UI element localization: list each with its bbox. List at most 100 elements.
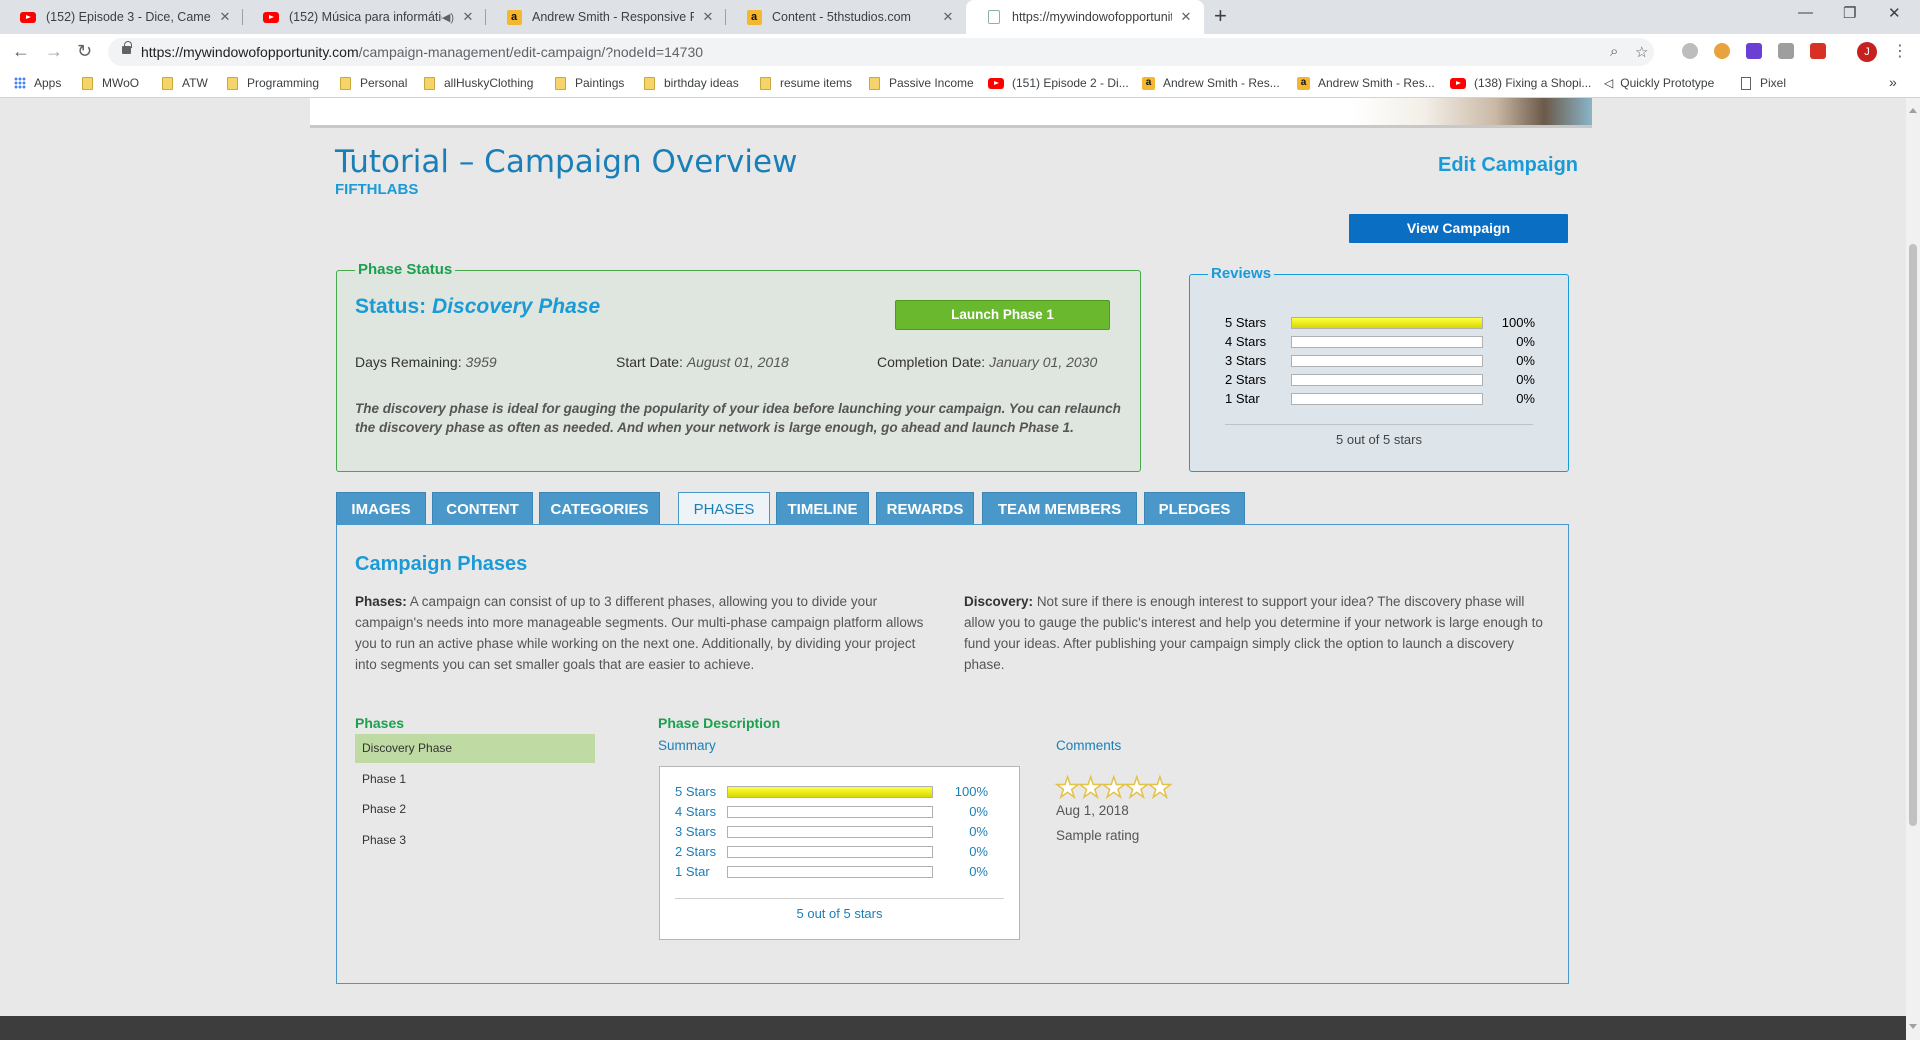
bookmark-folder[interactable]: birthday ideas [644, 76, 739, 90]
rating-bar [1291, 392, 1483, 405]
phase-status-legend: Phase Status [355, 261, 456, 278]
close-tab-icon[interactable]: ✕ [940, 9, 956, 25]
scroll-up-icon[interactable] [1909, 108, 1917, 113]
cookie-extension-icon[interactable] [1714, 43, 1730, 59]
extension-gray-icon[interactable] [1778, 43, 1794, 59]
bookmarks-overflow-icon[interactable]: » [1889, 74, 1897, 90]
bookmark-amazon[interactable]: a Andrew Smith - Res... [1142, 76, 1280, 90]
panel-title: Campaign Phases [355, 553, 528, 575]
browser-tab-5-active[interactable]: https://mywindowofopportunity ✕ [966, 0, 1204, 34]
phase-list-item[interactable]: Phase 1 [355, 765, 595, 794]
scroll-down-icon[interactable] [1909, 1024, 1917, 1029]
phase-list-item[interactable]: Discovery Phase [355, 734, 595, 763]
youtube-icon [263, 9, 279, 25]
rating-bar [1291, 316, 1483, 329]
new-tab-button[interactable]: + [1214, 3, 1227, 29]
tab-phases[interactable]: PHASES [678, 492, 770, 526]
tab-content[interactable]: CONTENT [432, 492, 533, 525]
lock-icon [122, 41, 132, 54]
footer [0, 1016, 1906, 1040]
bookmark-amazon[interactable]: a Andrew Smith - Res... [1297, 76, 1435, 90]
close-tab-icon[interactable]: ✕ [460, 9, 476, 25]
browser-tab-3[interactable]: a Andrew Smith - Responsive Resu ✕ [486, 0, 726, 34]
browser-tab-1[interactable]: (152) Episode 3 - Dice, Camera, A ✕ [0, 0, 243, 34]
tab-rewards[interactable]: REWARDS [876, 492, 974, 525]
view-campaign-button[interactable]: View Campaign [1349, 214, 1568, 243]
back-icon[interactable]: ← [12, 41, 30, 62]
rating-bar [1291, 354, 1483, 367]
star-rating-icon: ★★★★★ [1054, 771, 1173, 804]
tab-images[interactable]: IMAGES [336, 492, 426, 525]
address-bar[interactable]: https://mywindowofopportunity.com/campai… [108, 38, 1654, 66]
restore-icon[interactable]: ❐ [1843, 4, 1856, 22]
forward-icon[interactable]: → [45, 41, 63, 62]
rating-label: 2 Stars [1225, 372, 1267, 387]
tab-pledges[interactable]: PLEDGES [1144, 492, 1245, 525]
menu-kebab-icon[interactable]: ⋮ [1892, 41, 1908, 61]
close-tab-icon[interactable]: ✕ [1178, 9, 1194, 25]
youtube-icon [1450, 77, 1466, 89]
bookmark-apps[interactable]: Apps [14, 76, 61, 90]
bookmark-folder[interactable]: ATW [162, 76, 208, 90]
phases-intro: Phases: A campaign can consist of up to … [355, 594, 924, 672]
youtube-icon [988, 77, 1004, 89]
phase-status-panel: Phase Status Status: Discovery Phase Lau… [336, 261, 1141, 472]
bookmark-star-icon[interactable]: ☆ [1635, 43, 1648, 61]
rating-label: 4 Stars [1225, 334, 1267, 349]
bookmark-folder[interactable]: allHuskyClothing [424, 76, 533, 90]
tab-title: Andrew Smith - Responsive Resu [532, 10, 694, 24]
scrollbar-thumb[interactable] [1909, 244, 1917, 826]
browser-tab-strip: (152) Episode 3 - Dice, Camera, A ✕ (152… [0, 0, 1920, 34]
bookmark-folder[interactable]: Passive Income [869, 76, 974, 90]
phase-list-item[interactable]: Phase 3 [355, 826, 595, 855]
apps-icon [14, 77, 26, 89]
bookmark-folder[interactable]: resume items [760, 76, 852, 90]
reload-icon[interactable]: ↻ [77, 41, 92, 62]
edit-campaign-link[interactable]: Edit Campaign [1438, 154, 1578, 177]
summary-link[interactable]: Summary [658, 738, 716, 753]
youtube-icon [20, 9, 36, 25]
rating-percent: 100% [1501, 315, 1535, 330]
cloud-extension-icon[interactable] [1682, 43, 1698, 59]
phase-list-item[interactable]: Phase 2 [355, 795, 595, 824]
folder-icon [340, 76, 351, 90]
extension-purple-icon[interactable] [1746, 43, 1762, 59]
phases-tab-panel: Campaign Phases Phases: A campaign can c… [336, 524, 1569, 984]
prototype-icon: ◁ [1604, 76, 1614, 90]
tab-title: Content - 5thstudios.com [772, 10, 911, 24]
tab-team-members[interactable]: TEAM MEMBERS [982, 492, 1137, 525]
summary-total: 5 out of 5 stars [796, 906, 883, 921]
bookmark-youtube[interactable]: (138) Fixing a Shopi... [1450, 76, 1591, 90]
folder-icon [162, 76, 173, 90]
bookmark-folder[interactable]: Paintings [555, 76, 624, 90]
page-icon [986, 9, 1002, 25]
close-window-icon[interactable]: ✕ [1888, 4, 1901, 22]
bookmark-folder[interactable]: Personal [340, 76, 407, 90]
bookmark-folder[interactable]: Programming [227, 76, 319, 90]
comments-link[interactable]: Comments [1056, 738, 1121, 753]
launch-phase-button[interactable]: Launch Phase 1 [895, 300, 1110, 330]
close-tab-icon[interactable]: ✕ [217, 9, 233, 25]
browser-tab-4[interactable]: a Content - 5thstudios.com ✕ [726, 0, 966, 34]
tab-categories[interactable]: CATEGORIES [539, 492, 660, 525]
close-tab-icon[interactable]: ✕ [700, 9, 716, 25]
zoom-icon[interactable]: ⌕ [1610, 43, 1618, 60]
bookmark-prototype[interactable]: ◁ Quickly Prototype [1604, 76, 1714, 90]
tab-title: (152) Episode 3 - Dice, Camera, A [46, 10, 211, 24]
bookmark-pixel[interactable]: Pixel [1741, 76, 1786, 90]
page-title: Tutorial – Campaign Overview [335, 144, 798, 180]
page-scrollbar[interactable] [1906, 98, 1920, 1040]
rating-percent: 0% [969, 844, 988, 859]
minimize-icon[interactable]: — [1798, 4, 1813, 21]
profile-avatar[interactable]: J [1857, 42, 1877, 62]
tab-timeline[interactable]: TIMELINE [776, 492, 869, 525]
status-heading: Status: Discovery Phase [355, 295, 601, 318]
rating-percent: 0% [1516, 372, 1535, 387]
rating-percent: 0% [1516, 353, 1535, 368]
bookmark-youtube[interactable]: (151) Episode 2 - Di... [988, 76, 1129, 90]
speaker-icon[interactable]: ◀) [442, 11, 454, 24]
extension-red-icon[interactable] [1810, 43, 1826, 59]
bookmark-folder[interactable]: MWoO [82, 76, 139, 90]
browser-tab-2[interactable]: (152) Música para informátic ◀) ✕ [243, 0, 486, 34]
rating-row: 2 Stars 0% [1225, 372, 1535, 387]
